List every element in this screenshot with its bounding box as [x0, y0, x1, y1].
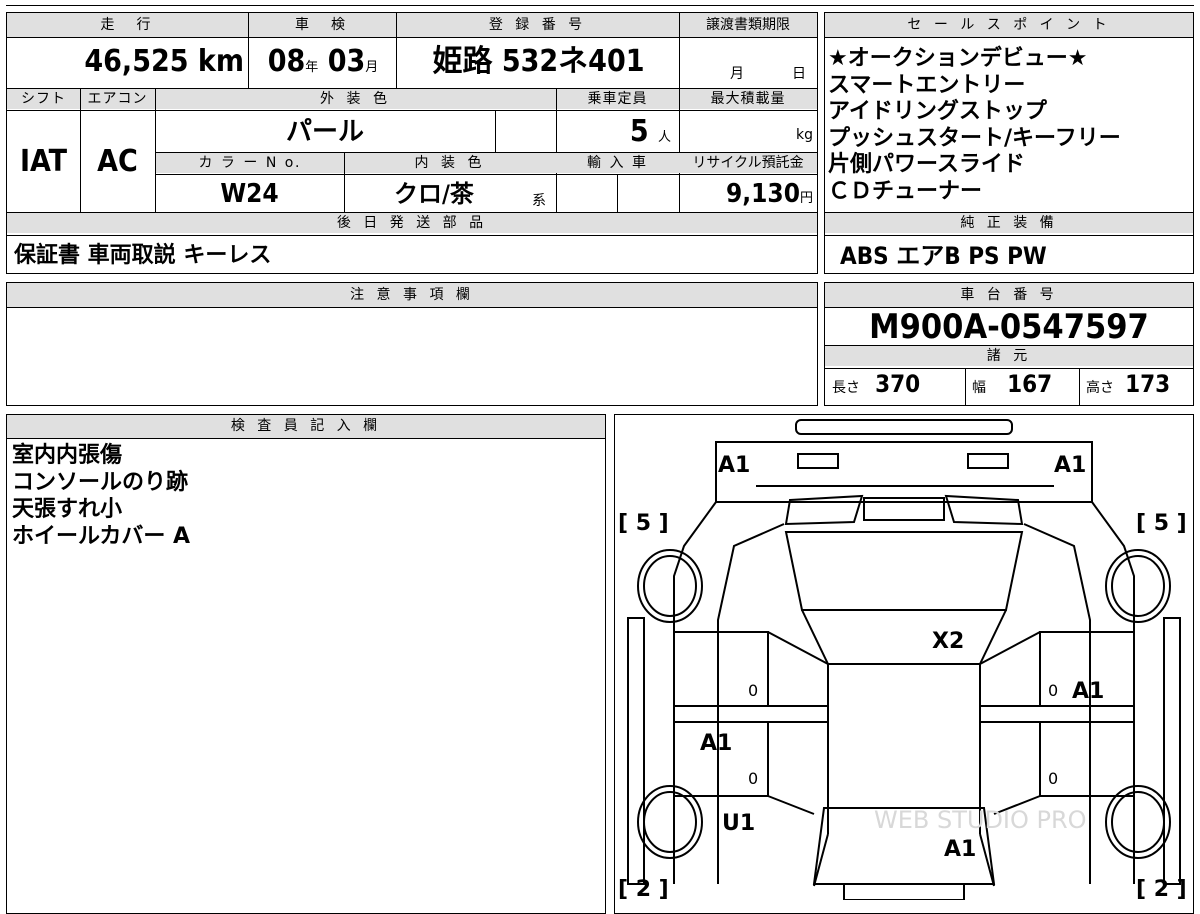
damage-roof: X2: [932, 629, 964, 654]
tire-depth-rear-left: [ 2 ]: [618, 877, 669, 900]
width-value: 167: [1007, 370, 1053, 398]
shift-value: IAT: [19, 144, 67, 179]
grille-right: [944, 494, 1024, 526]
import-header: 輸 入 車: [556, 153, 679, 173]
grille-left: [784, 494, 864, 526]
damage-left-rear-door: A1: [700, 731, 732, 756]
tire-depth-front-left: [ 5 ]: [618, 511, 669, 536]
damage-rear: A1: [944, 837, 976, 862]
spec-height: 高さ 173: [1086, 370, 1194, 398]
interior-suffix: 系: [532, 193, 546, 209]
recycle-fee-unit: 円: [799, 191, 813, 206]
later-parts-text: 保証書 車両取説 キーレス: [14, 243, 272, 268]
tire-rear-right: [1105, 785, 1171, 859]
sales-points-header: セ ー ル ス ポ イ ン ト: [825, 13, 1193, 37]
chassis-no-header: 車 台 番 号: [825, 283, 1193, 307]
door-mark-zero: 0: [1048, 769, 1058, 788]
capacity-number: 5: [629, 114, 649, 149]
front-panel: [715, 441, 1093, 503]
tire-front-left: [637, 549, 703, 623]
interior-color-value: クロ/茶: [394, 180, 474, 208]
mileage-value: 46,525 km: [7, 40, 244, 84]
inspection-month: 03: [327, 44, 366, 79]
aircon-header: エアコン: [80, 89, 155, 109]
specs-header: 諸 元: [825, 346, 1193, 366]
watermark: WEB STUDIO PRO: [874, 806, 1087, 834]
door-mark-zero: 0: [748, 769, 758, 788]
height-label: 高さ: [1086, 380, 1114, 396]
factory-equipment-header: 純 正 装 備: [825, 213, 1193, 233]
month-unit: 月: [365, 60, 379, 75]
headlight-left: [797, 453, 839, 469]
roof-front: [801, 609, 1007, 665]
transfer-docs-header: 譲渡書類期限: [679, 13, 817, 37]
inspector-note: ホイールカバー A: [12, 524, 191, 549]
max-load-header: 最大積載量: [679, 89, 817, 109]
exterior-color-value: パール: [285, 117, 364, 147]
damage-front-left: A1: [718, 453, 750, 478]
inspector-notes-list: 室内内張傷 コンソールのり跡 天張すれ小 ホイールカバー A: [12, 442, 190, 550]
registration-header: 登 録 番 号: [396, 13, 679, 37]
inspection-date: 08年 03月: [250, 40, 396, 90]
tire-depth-rear-right: [ 2 ]: [1136, 877, 1187, 900]
recycle-fee-header: リサイクル預託金: [679, 153, 817, 173]
registration-number: 姫路 532ネ401: [432, 44, 645, 79]
height-value: 173: [1125, 370, 1171, 398]
interior-color-header: 内 装 色: [344, 153, 556, 173]
spec-length: 長さ 370: [832, 370, 962, 398]
sales-point: アイドリングストップ: [828, 99, 1047, 124]
tire-front-right: [1105, 549, 1171, 623]
mileage-number: 46,525: [84, 44, 189, 79]
damage-left-rear-fender: U1: [722, 811, 755, 836]
capacity-header: 乗車定員: [556, 89, 679, 109]
mileage-unit: km: [197, 44, 244, 79]
length-label: 長さ: [832, 380, 860, 396]
door-mark-zero: 0: [1048, 681, 1058, 700]
width-label: 幅: [972, 380, 986, 396]
recycle-fee-value: 9,130円: [679, 176, 813, 217]
mirror-right: [1163, 617, 1181, 885]
inspector-note: コンソールのり跡: [12, 470, 189, 495]
capacity-unit: 人: [657, 130, 671, 145]
shift-header: シフト: [7, 89, 80, 109]
later-parts-header: 後 日 発 送 部 品: [7, 213, 817, 233]
spec-width: 幅 167: [972, 370, 1077, 398]
sales-point: ＣＤチューナー: [828, 178, 983, 204]
front-bumper: [795, 419, 1013, 435]
length-value: 370: [875, 370, 921, 398]
mileage-header: 走 行: [7, 13, 248, 37]
max-load-unit: kg: [796, 127, 813, 143]
transfer-day-unit: 日: [792, 66, 806, 82]
door-mark-zero: 0: [748, 681, 758, 700]
color-no-value: W24: [220, 179, 279, 209]
inspection-year: 08: [267, 44, 306, 79]
damage-front-right: A1: [1054, 453, 1086, 478]
damage-right-front-door: A1: [1072, 679, 1104, 704]
year-unit: 年: [305, 60, 319, 75]
transfer-month-unit: 月: [730, 66, 744, 82]
top-strip-line: [6, 5, 1194, 6]
sales-point: プッシュスタート/キーフリー: [828, 125, 1121, 151]
exterior-color-header: 外 装 色: [155, 89, 556, 109]
headlight-right: [967, 453, 1009, 469]
inspector-header: 検 査 員 記 入 欄: [7, 415, 605, 438]
inspector-note: 室内内張傷: [12, 443, 123, 468]
sales-points-list: ★オークションデビュー★ スマートエントリー アイドリングストップ プッシュスタ…: [828, 46, 1192, 205]
inspector-note: 天張すれ小: [12, 497, 123, 522]
sales-point: スマートエントリー: [828, 72, 1026, 98]
tire-rear-left: [637, 785, 703, 859]
mirror-left: [627, 617, 645, 885]
chassis-no-value: M900A-0547597: [869, 307, 1149, 347]
windshield: [784, 531, 1024, 611]
recycle-fee-number: 9,130: [725, 179, 800, 209]
factory-equipment-value: ABS エアB PS PW: [840, 242, 1047, 270]
car-diagram: 0 0 0 0 A1 A1 X2 A1 A1 U1 A1 [ 5 ] [ 5 ]…: [618, 419, 1187, 900]
sales-point: ★オークションデビュー★: [828, 46, 1088, 71]
sales-point: 片側パワースライド: [828, 152, 1025, 177]
color-no-header: カ ラ ー N o.: [156, 153, 344, 173]
inspection-header: 車 検: [248, 13, 396, 37]
notes-header: 注 意 事 項 欄: [7, 283, 817, 307]
tire-depth-front-right: [ 5 ]: [1136, 511, 1187, 536]
aircon-value: AC: [97, 144, 138, 179]
